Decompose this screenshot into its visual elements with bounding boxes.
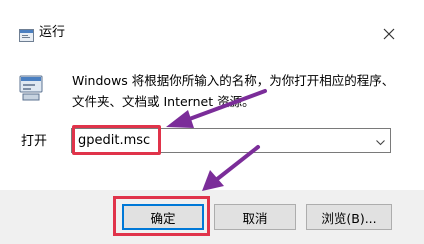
run-illustration-icon bbox=[18, 73, 44, 103]
run-dialog: 运行 Windows 将根据你所输入的名称，为你打开相应的程序、 文件夹、文档或… bbox=[0, 0, 424, 244]
close-icon bbox=[383, 25, 395, 44]
window-title: 运行 bbox=[39, 25, 66, 40]
dropdown-arrow-icon bbox=[375, 131, 385, 150]
open-input[interactable] bbox=[78, 130, 368, 151]
dropdown-button[interactable] bbox=[372, 129, 388, 152]
browse-button[interactable]: 浏览(B)... bbox=[306, 204, 392, 230]
open-label: 打开 bbox=[21, 134, 48, 149]
description-text: Windows 将根据你所输入的名称，为你打开相应的程序、 文件夹、文档或 In… bbox=[72, 73, 395, 109]
run-app-icon bbox=[19, 27, 34, 42]
open-combobox[interactable] bbox=[71, 128, 391, 153]
close-button[interactable] bbox=[376, 22, 402, 46]
ok-button[interactable]: 确定 bbox=[122, 204, 204, 230]
cancel-button[interactable]: 取消 bbox=[214, 204, 296, 230]
arrow-to-ok bbox=[202, 145, 260, 191]
